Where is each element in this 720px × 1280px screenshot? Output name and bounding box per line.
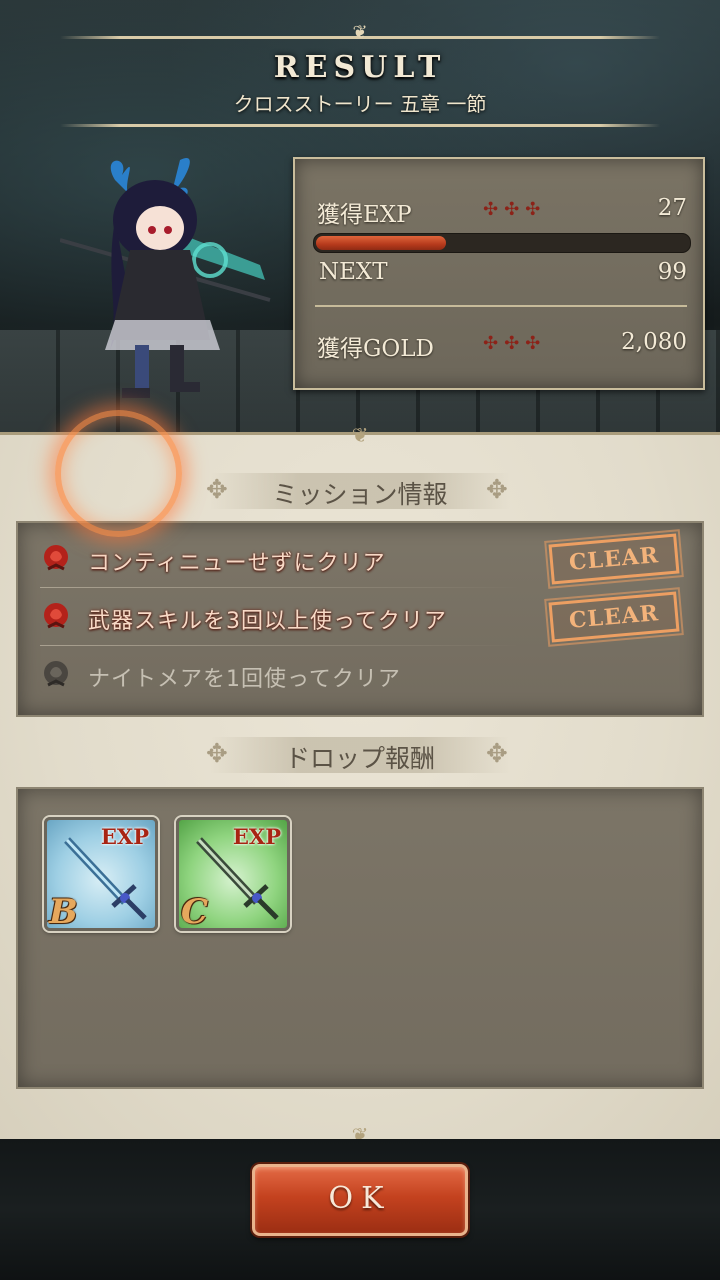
mission-divider <box>40 645 520 646</box>
character-sprite <box>60 157 271 398</box>
mission-text: コンティニューせずにクリア <box>88 551 386 576</box>
rose-gray-icon <box>44 661 68 687</box>
reward-type-tag: EXP <box>100 824 149 849</box>
stage-subtitle: クロスストーリー 五章 一節 <box>233 92 487 116</box>
mission-divider <box>40 587 520 588</box>
gold-label: 獲得GOLD <box>317 336 434 362</box>
ok-button[interactable]: OK <box>252 1164 468 1236</box>
glow-ring-effect <box>55 410 182 537</box>
header-ornament-icon: ❦ <box>352 22 368 43</box>
reward-item[interactable]: EXP B <box>44 817 158 931</box>
next-label: NEXT <box>319 259 388 285</box>
gold-dots-icon: ✣✣✣ <box>483 333 547 354</box>
exp-progress-fill <box>316 236 447 250</box>
exp-value: 27 <box>657 195 687 221</box>
drop-reward-panel: EXP B EXP C <box>16 787 704 1089</box>
mission-text: 武器スキルを3回以上使ってクリア <box>88 609 447 634</box>
parchment-top-ornament-icon: ❦ <box>351 423 369 447</box>
reward-rank: B <box>49 892 78 931</box>
exp-progress-bar <box>313 233 691 253</box>
page-title: RESULT <box>273 50 447 85</box>
result-stats-panel: 獲得EXP ✣✣✣ 27 NEXT 99 獲得GOLD ✣✣✣ 2,080 <box>293 157 705 390</box>
exp-dots-icon: ✣✣✣ <box>483 199 547 220</box>
mission-list-panel: コンティニューせずにクリア CLEAR 武器スキルを3回以上使ってクリア CLE… <box>16 521 704 717</box>
result-details-parchment: ❦ ✥ ✥ ミッション情報 コンティニューせずにクリア CLEAR 武器スキルを… <box>0 423 720 1147</box>
header-bottom-line <box>60 124 660 127</box>
drop-section-title: ドロップ報酬 <box>284 744 435 773</box>
mission-text: ナイトメアを1回使ってクリア <box>88 667 401 692</box>
stats-divider <box>315 305 687 307</box>
rose-red-icon <box>44 603 68 629</box>
reward-item[interactable]: EXP C <box>176 817 290 931</box>
rose-red-icon <box>44 545 68 571</box>
next-value: 99 <box>657 259 687 285</box>
gold-value: 2,080 <box>621 329 687 355</box>
reward-rank: C <box>181 892 209 931</box>
mission-item: ナイトメアを1回使ってクリア <box>18 647 706 703</box>
exp-label: 獲得EXP <box>317 202 412 228</box>
reward-type-tag: EXP <box>232 824 281 849</box>
